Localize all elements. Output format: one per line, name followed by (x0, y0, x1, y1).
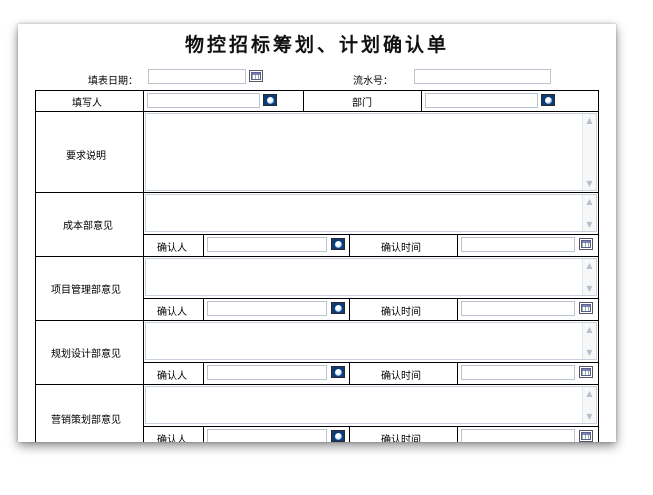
opinion-textarea-design[interactable]: ▲ ▼ (145, 322, 597, 360)
select-user-icon[interactable] (331, 366, 345, 378)
requirement-label: 要求说明 (66, 151, 106, 162)
confirm-time-input[interactable] (461, 237, 575, 252)
calendar-icon[interactable] (579, 302, 593, 314)
confirmer-input[interactable] (207, 301, 327, 316)
section-label-marketing: 营销策划部意见 (51, 415, 121, 426)
calendar-icon[interactable] (579, 238, 593, 250)
confirmer-input[interactable] (207, 237, 327, 252)
select-user-icon[interactable] (331, 302, 345, 314)
fill-date-input[interactable] (148, 69, 246, 84)
scroll-up-icon[interactable]: ▲ (585, 261, 594, 270)
scroll-down-icon[interactable]: ▼ (585, 412, 594, 421)
dept-input[interactable] (425, 93, 538, 108)
serial-input[interactable] (414, 69, 551, 84)
confirmer-label: 确认人 (157, 307, 187, 318)
section-label-cost: 成本部意见 (63, 221, 113, 232)
confirmer-label: 确认人 (157, 371, 187, 382)
confirmer-label: 确认人 (157, 435, 187, 442)
confirm-time-label: 确认时间 (381, 307, 421, 318)
calendar-icon[interactable] (579, 366, 593, 378)
confirmer-input[interactable] (207, 365, 327, 380)
dept-label: 部门 (352, 98, 372, 109)
section-label-project: 项目管理部意见 (51, 285, 121, 296)
select-user-icon[interactable] (331, 430, 345, 442)
opinion-textarea-cost[interactable]: ▲ ▼ (145, 194, 597, 232)
confirm-time-label: 确认时间 (381, 435, 421, 442)
opinion-textarea-project[interactable]: ▲ ▼ (145, 258, 597, 296)
confirm-time-input[interactable] (461, 301, 575, 316)
confirm-time-input[interactable] (461, 365, 575, 380)
select-user-icon[interactable] (263, 94, 277, 106)
opinion-textarea-marketing[interactable]: ▲ ▼ (145, 386, 597, 424)
scroll-down-icon[interactable]: ▼ (585, 220, 594, 229)
confirmer-input[interactable] (207, 429, 327, 442)
scroll-down-icon[interactable]: ▼ (585, 348, 594, 357)
filler-input[interactable] (147, 93, 260, 108)
scroll-up-icon[interactable]: ▲ (585, 197, 594, 206)
section-label-design: 规划设计部意见 (51, 349, 121, 360)
scrollbar[interactable]: ▲ ▼ (582, 114, 596, 190)
select-user-icon[interactable] (331, 238, 345, 250)
confirmer-label: 确认人 (157, 243, 187, 254)
confirm-time-label: 确认时间 (381, 371, 421, 382)
requirement-textarea[interactable]: ▲ ▼ (145, 113, 597, 191)
calendar-icon[interactable] (579, 430, 593, 442)
serial-label: 流水号： (353, 76, 393, 87)
form-card: 物控招标筹划、计划确认单 填表日期： 流水号： 填写人 部门 要求说明 ▲ ▼ … (18, 24, 616, 442)
form-title: 物控招标筹划、计划确认单 (184, 34, 449, 56)
scroll-up-icon[interactable]: ▲ (585, 389, 594, 398)
confirm-time-label: 确认时间 (381, 243, 421, 254)
scroll-up-icon[interactable]: ▲ (585, 116, 594, 125)
scroll-up-icon[interactable]: ▲ (585, 325, 594, 334)
scroll-down-icon[interactable]: ▼ (585, 284, 594, 293)
filler-label: 填写人 (72, 98, 102, 109)
fill-date-label: 填表日期： (88, 76, 138, 87)
confirm-time-input[interactable] (461, 429, 575, 442)
scroll-down-icon[interactable]: ▼ (585, 179, 594, 188)
calendar-icon[interactable] (249, 70, 263, 82)
select-dept-icon[interactable] (541, 94, 555, 106)
